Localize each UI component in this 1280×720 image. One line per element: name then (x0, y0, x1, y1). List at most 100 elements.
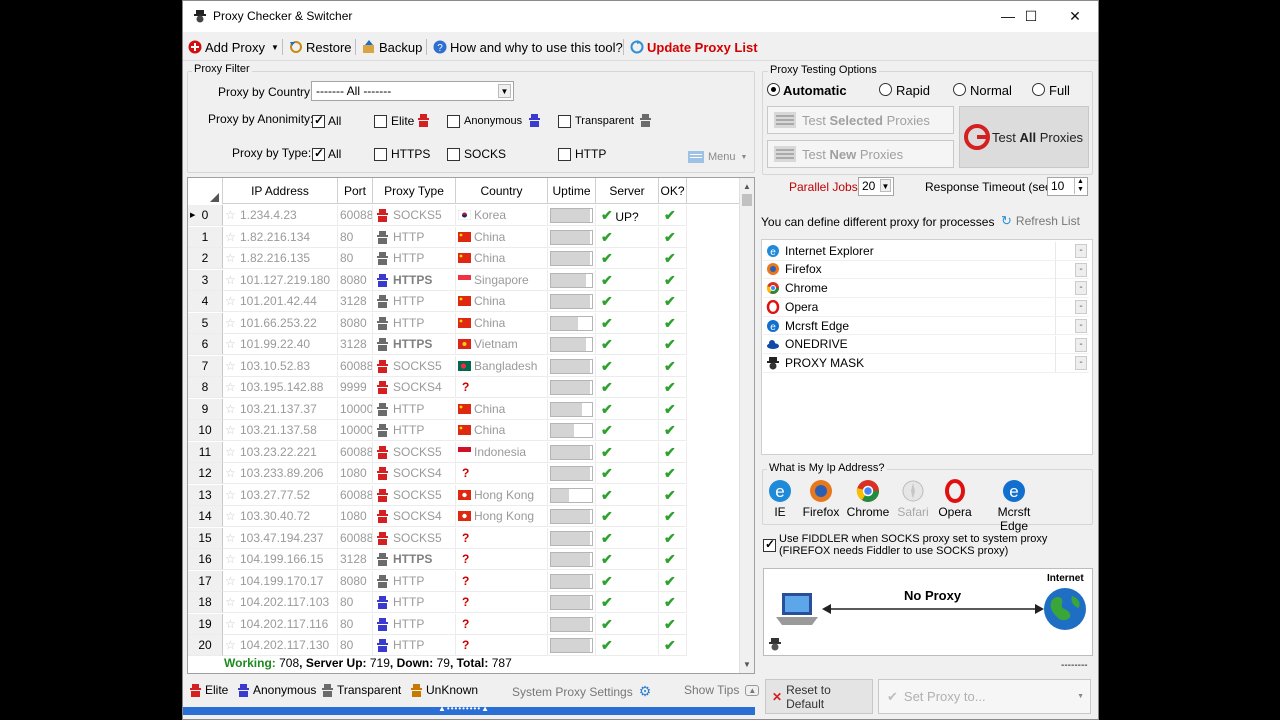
test-new-button[interactable]: Test New Proxies (767, 140, 954, 168)
row-header[interactable]: 1 (188, 226, 223, 248)
favorite-star-icon[interactable]: ☆ (225, 575, 236, 587)
table-row[interactable]: 1 ☆ 1.82.216.134 80 HTTP China ✔ ✔ (188, 226, 744, 249)
table-row[interactable]: 13 ☆ 103.27.77.52 60088 SOCKS5 Hong Kong ✔ ✔ (188, 484, 744, 507)
type-socks-checkbox[interactable] (447, 148, 460, 161)
set-proxy-select[interactable]: ✔ Set Proxy to... ▼ (878, 679, 1091, 714)
tips-splitter-bar[interactable]: ▲•••••••••▲ (183, 704, 755, 715)
process-onedrive[interactable]: ONEDRIVE - (763, 335, 1089, 355)
remove-process-button[interactable]: - (1075, 356, 1087, 371)
table-row[interactable]: 10 ☆ 103.21.137.58 10000 HTTP China ✔ ✔ (188, 420, 744, 442)
col-port[interactable]: Port (338, 178, 373, 204)
process-proxy-mask[interactable]: PROXY MASK - (763, 354, 1089, 373)
type-all-checkbox[interactable] (312, 146, 325, 161)
table-row[interactable]: 15 ☆ 103.47.194.237 60088 SOCKS5? ✔ ✔ (188, 527, 744, 550)
favorite-star-icon[interactable]: ☆ (225, 489, 236, 501)
favorite-star-icon[interactable]: ☆ (225, 274, 236, 286)
favorite-star-icon[interactable]: ☆ (225, 295, 236, 307)
scroll-up-icon[interactable]: ▲ (743, 182, 751, 191)
mode-normal-radio[interactable] (953, 83, 966, 96)
favorite-star-icon[interactable]: ☆ (225, 209, 236, 221)
anonymity-elite-checkbox[interactable] (374, 115, 387, 128)
favorite-star-icon[interactable]: ☆ (225, 467, 236, 479)
mode-full-radio[interactable] (1032, 83, 1045, 96)
table-row[interactable]: 16 ☆ 104.199.166.15 3128 HTTPS? ✔ ✔ (188, 549, 744, 571)
backup-button[interactable]: Backup (362, 38, 422, 56)
favorite-star-icon[interactable]: ☆ (225, 231, 236, 243)
favorite-star-icon[interactable]: ☆ (225, 403, 236, 415)
favorite-star-icon[interactable]: ☆ (225, 360, 236, 372)
anonymity-all-checkbox[interactable] (312, 113, 325, 128)
favorite-star-icon[interactable]: ☆ (225, 317, 236, 329)
menu-button[interactable]: Menu ▼ (688, 151, 747, 163)
process-firefox[interactable]: Firefox - (763, 260, 1089, 280)
table-row[interactable]: 9 ☆ 103.21.137.37 10000 HTTP China ✔ ✔ (188, 398, 744, 421)
table-row[interactable]: 14 ☆ 103.30.40.72 1080 SOCKS4 Hong Kong ✔ ✔ (188, 506, 744, 528)
table-row[interactable]: 8 ☆ 103.195.142.88 9999 SOCKS4? ✔ ✔ (188, 377, 744, 399)
myip-edge-button[interactable]: e Mcrsft Edge (985, 479, 1043, 533)
favorite-star-icon[interactable]: ☆ (225, 446, 236, 458)
vertical-scrollbar[interactable]: ▲ ▼ (739, 178, 754, 673)
restore-button[interactable]: Restore (289, 38, 352, 56)
test-all-button[interactable]: Test All Proxies (959, 106, 1089, 168)
show-tips-button[interactable]: Show Tips ▲ (684, 683, 760, 697)
row-header[interactable]: 18 (188, 592, 223, 613)
row-header[interactable]: 5 (188, 312, 223, 334)
favorite-star-icon[interactable]: ☆ (225, 596, 236, 608)
favorite-star-icon[interactable]: ☆ (225, 252, 236, 264)
col-server-up[interactable]: Server UP? (596, 178, 659, 224)
row-header[interactable]: 12 (188, 463, 223, 484)
row-header[interactable]: 2 (188, 248, 223, 269)
favorite-star-icon[interactable]: ☆ (225, 618, 236, 630)
favorite-star-icon[interactable]: ☆ (225, 639, 236, 651)
response-timeout-stepper[interactable]: 10 ▲ ▼ (1047, 177, 1088, 196)
mode-automatic-radio[interactable] (767, 83, 780, 96)
process-edge[interactable]: e Mcrsft Edge - (763, 316, 1089, 336)
close-button[interactable]: ✕ (1052, 1, 1098, 32)
row-header[interactable]: 14 (188, 506, 223, 527)
dropdown-arrow-icon[interactable]: ▼ (271, 43, 279, 52)
row-header[interactable]: 9 (188, 398, 223, 420)
system-proxy-settings-button[interactable]: System Proxy Settings ⚙ (512, 683, 651, 700)
remove-process-button[interactable]: - (1075, 337, 1087, 352)
process-list[interactable]: e Internet Explorer - Firefox - Chrome - Opera -… (761, 239, 1093, 455)
scroll-down-icon[interactable]: ▼ (743, 660, 751, 669)
favorite-star-icon[interactable]: ☆ (225, 424, 236, 436)
row-header[interactable]: 20 (188, 635, 223, 656)
favorite-star-icon[interactable]: ☆ (225, 553, 236, 565)
table-row[interactable]: 11 ☆ 103.23.22.221 60088 SOCKS5 Indonesia ✔ ✔ (188, 441, 744, 464)
row-header[interactable]: 10 (188, 420, 223, 441)
remove-process-button[interactable]: - (1075, 262, 1087, 277)
help-button[interactable]: ? How and why to use this tool? (433, 38, 623, 56)
row-header[interactable]: 6 (188, 334, 223, 355)
process-opera[interactable]: Opera - (763, 298, 1089, 317)
test-selected-button[interactable]: Test Selected Proxies (767, 106, 954, 134)
scroll-thumb[interactable] (742, 194, 752, 206)
col-country[interactable]: Country (456, 178, 548, 204)
table-row[interactable]: 4 ☆ 101.201.42.44 3128 HTTP China ✔ ✔ (188, 291, 744, 313)
remove-process-button[interactable]: - (1075, 318, 1087, 333)
table-row[interactable]: 2 ☆ 1.82.216.135 80 HTTP China ✔ ✔ (188, 248, 744, 270)
row-header[interactable]: 13 (188, 484, 223, 506)
table-row[interactable]: 7 ☆ 103.10.52.83 60088 SOCKS5 Bangladesh ✔ ✔ (188, 355, 744, 378)
row-header[interactable]: 3 (188, 269, 223, 291)
myip-firefox-button[interactable]: Firefox (795, 479, 847, 519)
process-internet-explorer[interactable]: e Internet Explorer - (763, 242, 1089, 261)
proxy-grid[interactable]: IP Address Port Proxy Type Country Uptim… (187, 177, 755, 674)
maximize-button[interactable]: ☐ (1008, 1, 1054, 32)
col-proxy-type[interactable]: Proxy Type (373, 178, 456, 204)
table-row[interactable]: 18 ☆ 104.202.117.103 80 HTTP? ✔ ✔ (188, 592, 744, 614)
refresh-list-button[interactable]: ↻ Refresh List (1001, 213, 1080, 229)
anonymity-transparent-checkbox[interactable] (558, 115, 571, 128)
anonymity-anonymous-checkbox[interactable] (447, 115, 460, 128)
favorite-star-icon[interactable]: ☆ (225, 381, 236, 393)
reset-to-default-button[interactable]: ✕ Reset to Default (765, 679, 873, 714)
select-all-corner[interactable] (188, 178, 223, 204)
remove-process-button[interactable]: - (1075, 281, 1087, 296)
table-row[interactable]: 5 ☆ 101.66.253.22 8080 HTTP China ✔ ✔ (188, 312, 744, 335)
col-ok[interactable]: OK? (659, 178, 687, 204)
row-header[interactable]: 8 (188, 377, 223, 398)
table-row[interactable]: 6 ☆ 101.99.22.40 3128 HTTPS Vietnam ✔ ✔ (188, 334, 744, 356)
remove-process-button[interactable]: - (1075, 300, 1087, 315)
table-row[interactable]: ▶ 0 ☆ 1.234.4.23 60088 SOCKS5 Korea ✔ ✔ (188, 205, 744, 227)
row-header[interactable]: 11 (188, 441, 223, 463)
